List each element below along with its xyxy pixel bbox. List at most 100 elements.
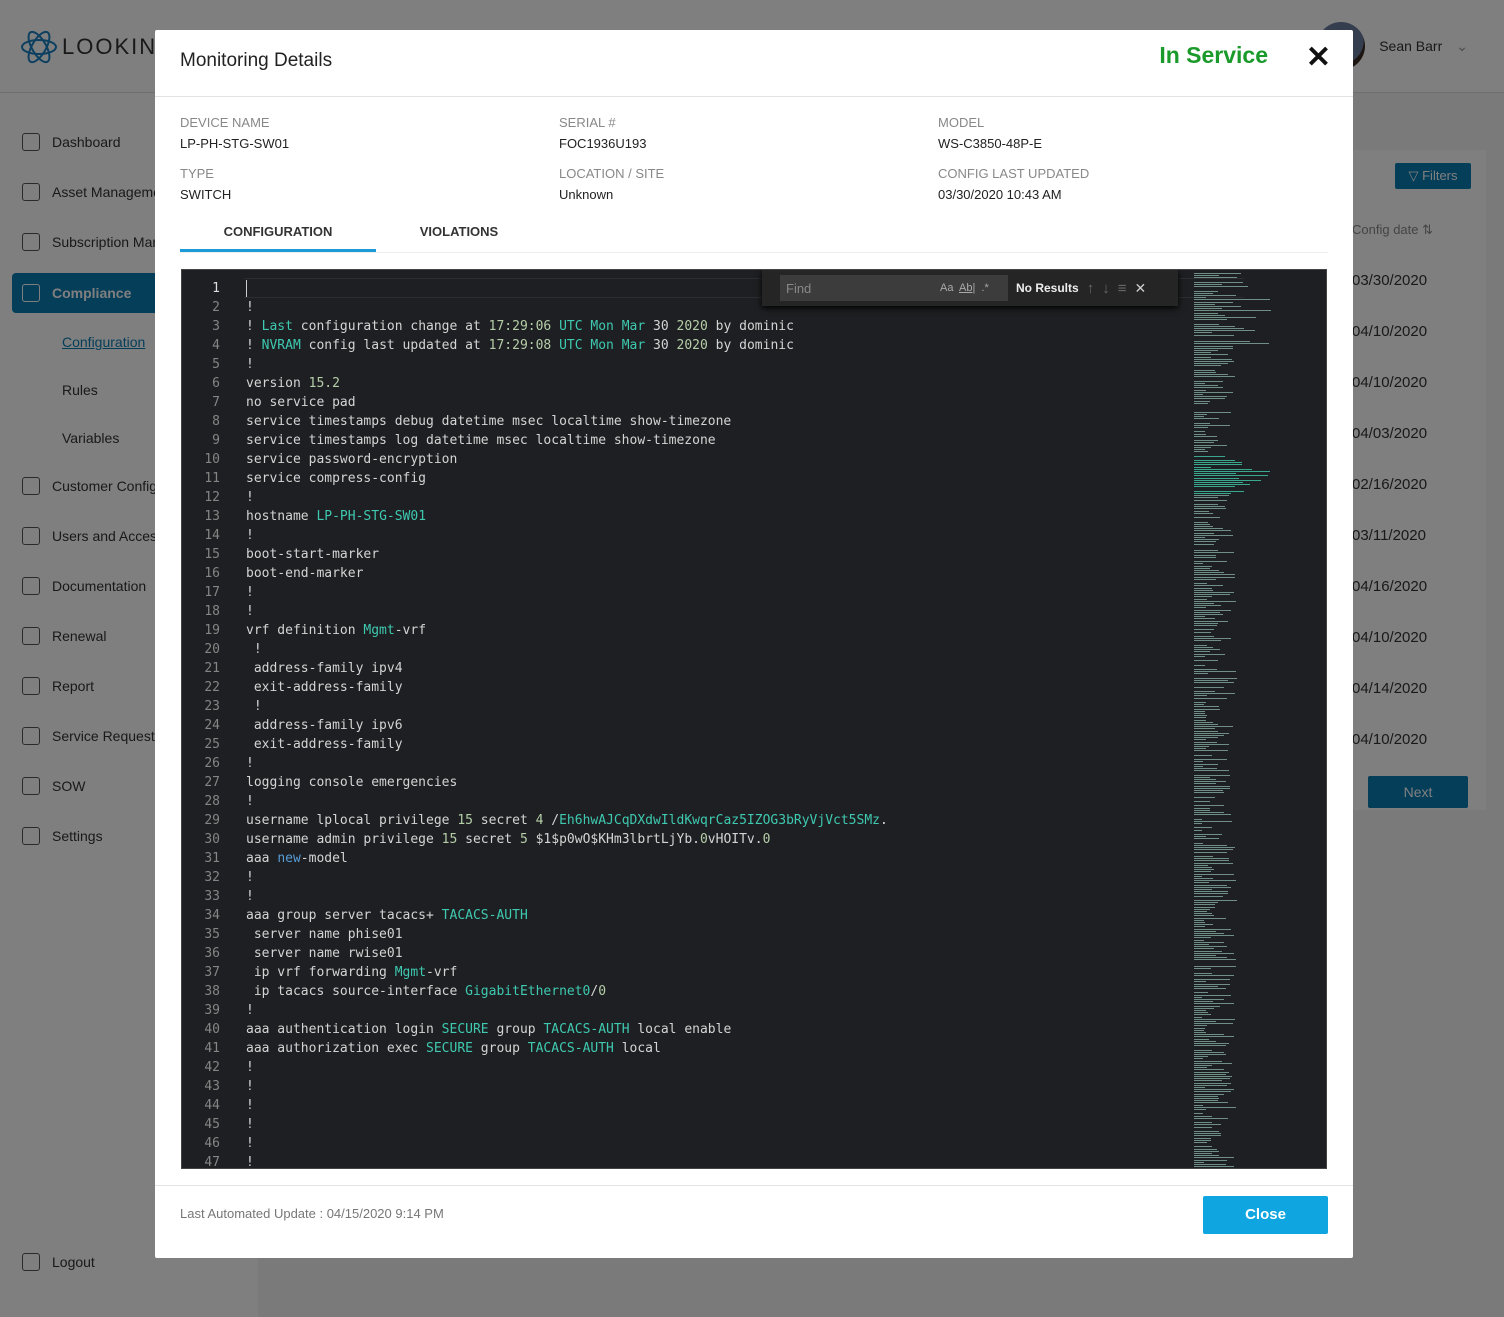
line-text: ! <box>246 1060 254 1075</box>
code-line: 17! <box>182 583 888 602</box>
minimap-line <box>1194 297 1206 299</box>
line-number: 6 <box>212 376 220 391</box>
whole-word-button[interactable]: Ab| <box>959 282 975 294</box>
minimap-line <box>1194 427 1208 428</box>
line-text: ! <box>246 357 254 372</box>
minimap-line <box>1194 957 1228 959</box>
minimap-line <box>1194 497 1218 499</box>
minimap[interactable] <box>1192 270 1314 1168</box>
code-line: 27 logging console emergencies <box>182 773 888 792</box>
line-text: ip tacacs source-interface GigabitEthern… <box>246 984 607 999</box>
minimap-line <box>1194 1155 1219 1157</box>
minimap-line <box>1194 983 1231 985</box>
find-input[interactable]: Find <box>780 275 940 301</box>
line-text: ! <box>246 490 254 505</box>
minimap-line <box>1194 1131 1220 1132</box>
minimap-line <box>1194 664 1206 666</box>
line-number: 45 <box>204 1117 220 1132</box>
minimap-line <box>1194 1161 1205 1163</box>
line-number: 2 <box>212 300 220 315</box>
minimap-line <box>1194 785 1230 787</box>
close-button[interactable]: Close <box>1203 1196 1328 1234</box>
minimap-line <box>1194 292 1214 294</box>
minimap-line <box>1194 567 1211 569</box>
minimap-line <box>1194 554 1217 556</box>
line-number: 22 <box>204 680 220 695</box>
line-number: 24 <box>204 718 220 733</box>
minimap-line <box>1194 585 1223 587</box>
line-text: ! <box>246 585 254 600</box>
config-editor[interactable]: 1 2! 3! Last configuration change at 17:29… <box>181 269 1327 1169</box>
arrow-down-icon[interactable]: ↓ <box>1102 280 1110 297</box>
minimap-line <box>1194 748 1206 750</box>
minimap-line <box>1194 849 1233 851</box>
minimap-line <box>1194 869 1214 871</box>
code-line: 47! <box>182 1153 888 1169</box>
minimap-line <box>1194 603 1214 604</box>
code-line: 45! <box>182 1115 888 1134</box>
minimap-line <box>1194 842 1204 844</box>
minimap-line <box>1194 413 1208 415</box>
minimap-line <box>1194 449 1205 450</box>
line-number: 9 <box>212 433 220 448</box>
line-number: 7 <box>212 395 220 410</box>
minimap-line <box>1194 625 1218 626</box>
minimap-line <box>1194 966 1237 967</box>
code-line: 13 hostname LP-PH-STG-SW01 <box>182 507 888 526</box>
minimap-line <box>1194 462 1243 464</box>
minimap-line <box>1194 886 1231 888</box>
minimap-line <box>1194 1082 1232 1084</box>
minimap-line <box>1194 387 1223 389</box>
minimap-line <box>1194 1056 1209 1058</box>
regex-button[interactable]: .* <box>981 282 988 294</box>
minimap-line <box>1194 741 1217 743</box>
arrow-up-icon[interactable]: ↑ <box>1087 280 1095 297</box>
code-line: 39! <box>182 1001 888 1020</box>
tab-violations[interactable]: VIOLATIONS <box>395 224 523 239</box>
minimap-line <box>1194 1069 1225 1071</box>
code-line: 44! <box>182 1096 888 1115</box>
minimap-line <box>1194 479 1262 481</box>
minimap-line <box>1194 442 1214 444</box>
minimap-line <box>1194 1051 1225 1053</box>
minimap-line <box>1194 587 1212 589</box>
minimap-line <box>1194 669 1218 670</box>
line-text: ! <box>246 1117 254 1132</box>
minimap-line <box>1194 834 1222 835</box>
close-icon[interactable]: ✕ <box>1306 40 1331 75</box>
minimap-line <box>1194 926 1205 928</box>
minimap-line <box>1194 537 1205 538</box>
minimap-line <box>1194 611 1221 613</box>
code-line: 33! <box>182 887 888 906</box>
minimap-line <box>1194 955 1216 956</box>
minimap-line <box>1194 631 1211 633</box>
minimap-line <box>1194 939 1205 941</box>
match-case-button[interactable]: Aa <box>940 282 953 294</box>
minimap-line <box>1194 812 1225 813</box>
code-line: 7 no service pad <box>182 393 888 412</box>
minimap-line <box>1194 1164 1226 1165</box>
minimap-line <box>1194 790 1223 791</box>
line-number: 19 <box>204 623 220 638</box>
line-text: ! <box>246 1155 254 1169</box>
line-text: aaa new-model <box>246 851 348 866</box>
minimap-line <box>1194 431 1206 433</box>
minimap-line <box>1194 871 1211 873</box>
minimap-line <box>1194 295 1237 296</box>
minimap-line <box>1194 323 1219 325</box>
minimap-line <box>1194 732 1230 734</box>
minimap-line <box>1194 1157 1235 1159</box>
field-model: MODEL WS-C3850-48P-E <box>938 115 1042 151</box>
minimap-line <box>1194 369 1215 371</box>
field-value: LP-PH-STG-SW01 <box>180 136 290 151</box>
line-text: exit-address-family <box>246 680 403 695</box>
line-number: 21 <box>204 661 220 676</box>
find-in-selection-icon[interactable]: ≡ <box>1118 280 1127 297</box>
field-label: DEVICE NAME <box>180 115 270 130</box>
minimap-line <box>1194 440 1218 442</box>
close-icon[interactable]: ✕ <box>1134 280 1146 297</box>
tab-configuration[interactable]: CONFIGURATION <box>180 224 376 252</box>
line-text: ip vrf forwarding Mgmt-vrf <box>246 965 458 980</box>
minimap-line <box>1194 677 1237 679</box>
minimap-line <box>1194 710 1206 712</box>
